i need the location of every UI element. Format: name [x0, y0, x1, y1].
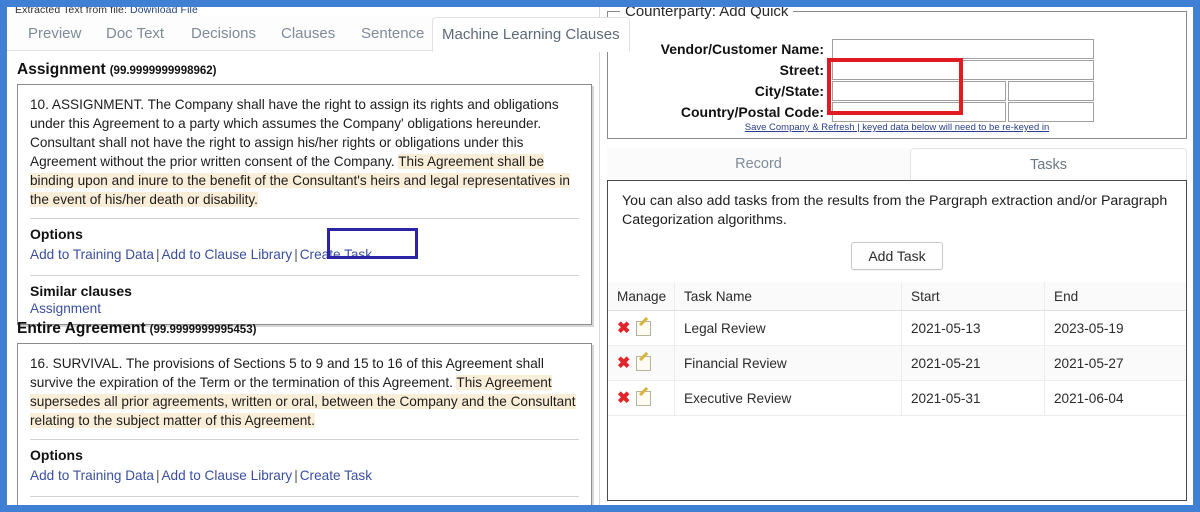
country-postal-label: Country/Postal Code: — [680, 104, 824, 120]
option-separator: | — [294, 247, 298, 262]
street-input[interactable] — [832, 60, 1094, 80]
tab-tasks[interactable]: Tasks — [910, 148, 1187, 180]
country-input[interactable] — [832, 102, 1006, 122]
clause-title: Entire Agreement (99.9999999995453) — [17, 320, 592, 338]
app-window: Extracted Text from file: Download File … — [0, 0, 1200, 512]
create-task-link[interactable]: Create Task — [300, 247, 372, 262]
add-to-training-data-link[interactable]: Add to Training Data — [30, 247, 154, 262]
form-row-street: Street: — [608, 60, 1186, 80]
edit-icon[interactable] — [636, 355, 652, 371]
counterparty-legend: Counterparty: Add Quick — [620, 7, 794, 20]
add-task-button[interactable]: Add Task — [851, 242, 943, 270]
table-row: ✖ Legal Review 2021-05-13 2023-05-19 — [608, 311, 1186, 346]
edit-icon[interactable] — [636, 390, 652, 406]
counterparty-fieldset: Counterparty: Add Quick Vendor/Customer … — [607, 7, 1187, 139]
clause-card: 10. ASSIGNMENT. The Company shall have t… — [17, 84, 592, 325]
postal-code-input[interactable] — [1008, 102, 1094, 122]
create-task-link[interactable]: Create Task — [300, 468, 372, 483]
extracted-text-label: Extracted Text from file: — [15, 4, 128, 16]
options-row: Add to Training Data | Add to Clause Libra… — [30, 244, 579, 266]
clause-block-assignment: Assignment (99.9999999998962) 10. ASSIGNM… — [17, 61, 592, 325]
clause-score: (99.9999999995453) — [149, 324, 257, 336]
city-state-label: City/State: — [754, 83, 824, 99]
tab-record[interactable]: Record — [607, 148, 910, 180]
row-start-date: 2021-05-13 — [902, 311, 1045, 345]
row-end-date: 2021-05-27 — [1054, 356, 1124, 371]
tab-decisions[interactable]: Decisions — [182, 17, 265, 51]
similar-clause-item[interactable]: Assignment — [30, 301, 579, 316]
clause-name: Assignment — [17, 61, 106, 78]
delete-icon[interactable]: ✖ — [617, 391, 630, 407]
save-company-refresh-link[interactable]: Save Company & Refresh | keyed data belo… — [608, 122, 1186, 133]
tab-sentence[interactable]: Sentence — [352, 17, 433, 51]
vendor-name-label: Vendor/Customer Name: — [660, 41, 824, 57]
column-header-manage: Manage — [608, 282, 675, 310]
add-to-clause-library-link[interactable]: Add to Clause Library — [161, 247, 292, 262]
column-header-start: Start — [902, 282, 1045, 310]
options-heading: Options — [30, 226, 83, 242]
row-task-name: Executive Review — [675, 381, 902, 415]
clause-block-entire-agreement: Entire Agreement (99.9999999995453) 16. S… — [17, 320, 592, 512]
add-to-clause-library-link[interactable]: Add to Clause Library — [161, 468, 292, 483]
tasks-table: Manage Task Name Start End ✖ Legal Revie… — [608, 282, 1186, 500]
extracted-text-bar: Extracted Text from file: Download File — [15, 4, 198, 16]
row-manage-cell: ✖ — [608, 381, 675, 415]
left-pane: Extracted Text from file: Download File … — [7, 4, 630, 505]
row-start-date: 2021-05-31 — [902, 381, 1045, 415]
vendor-name-input[interactable] — [832, 39, 1094, 59]
divider — [30, 218, 579, 219]
tasks-panel: You can also add tasks from the results … — [607, 180, 1187, 501]
add-to-training-data-link[interactable]: Add to Training Data — [30, 468, 154, 483]
similar-clauses-heading: Similar clauses — [30, 283, 132, 299]
delete-icon[interactable]: ✖ — [617, 356, 630, 372]
row-end-date: 2021-06-04 — [1054, 391, 1124, 406]
option-separator: | — [294, 468, 298, 483]
street-label: Street: — [779, 62, 824, 78]
edit-icon[interactable] — [636, 320, 652, 336]
table-header-row: Manage Task Name Start End — [608, 282, 1186, 311]
options-heading: Options — [30, 447, 83, 463]
tab-clauses[interactable]: Clauses — [272, 17, 344, 51]
row-task-name: Financial Review — [675, 346, 902, 380]
table-row: ✖ Financial Review 2021-05-21 2021-05-27 — [608, 346, 1186, 381]
row-start-date: 2021-05-21 — [902, 346, 1045, 380]
row-task-name: Legal Review — [675, 311, 902, 345]
download-file-link[interactable]: Download File — [130, 7, 198, 16]
column-header-task-name: Task Name — [675, 282, 902, 310]
form-row-vendor: Vendor/Customer Name: — [608, 39, 1186, 59]
clause-text: 16. SURVIVAL. The provisions of Sections… — [30, 354, 579, 430]
tab-doc-text[interactable]: Doc Text — [97, 17, 173, 51]
row-end-date: 2023-05-19 — [1054, 321, 1124, 336]
tab-preview[interactable]: Preview — [19, 17, 90, 51]
delete-icon[interactable]: ✖ — [617, 321, 630, 337]
clause-card: 16. SURVIVAL. The provisions of Sections… — [17, 343, 592, 512]
divider — [30, 496, 579, 497]
clause-score: (99.9999999998962) — [109, 65, 217, 77]
tasks-intro-text: You can also add tasks from the results … — [622, 193, 1168, 228]
divider — [30, 439, 579, 440]
row-manage-cell: ✖ — [608, 311, 675, 345]
form-row-country-postal: Country/Postal Code: — [608, 102, 1186, 122]
clause-text: 10. ASSIGNMENT. The Company shall have t… — [30, 95, 579, 209]
options-row: Add to Training Data | Add to Clause Libra… — [30, 465, 579, 487]
tab-machine-learning-clauses[interactable]: Machine Learning Clauses — [432, 17, 630, 52]
similar-clauses-heading: Similar clauses — [30, 504, 132, 512]
document-tabs: Preview Doc Text Decisions Clauses Sente… — [7, 17, 630, 52]
city-input[interactable] — [832, 81, 1006, 101]
clause-name: Entire Agreement — [17, 320, 146, 337]
clause-title: Assignment (99.9999999998962) — [17, 61, 592, 79]
form-row-city-state: City/State: — [608, 81, 1186, 101]
state-input[interactable] — [1008, 81, 1094, 101]
right-pane: Counterparty: Add Quick Vendor/Customer … — [601, 7, 1193, 505]
record-tasks-tabs: Record Tasks — [607, 148, 1187, 180]
add-task-wrap: Add Task — [608, 242, 1186, 270]
row-manage-cell: ✖ — [608, 346, 675, 380]
table-row: ✖ Executive Review 2021-05-31 2021-06-04 — [608, 381, 1186, 416]
column-header-end: End — [1054, 289, 1079, 304]
divider — [30, 275, 579, 276]
